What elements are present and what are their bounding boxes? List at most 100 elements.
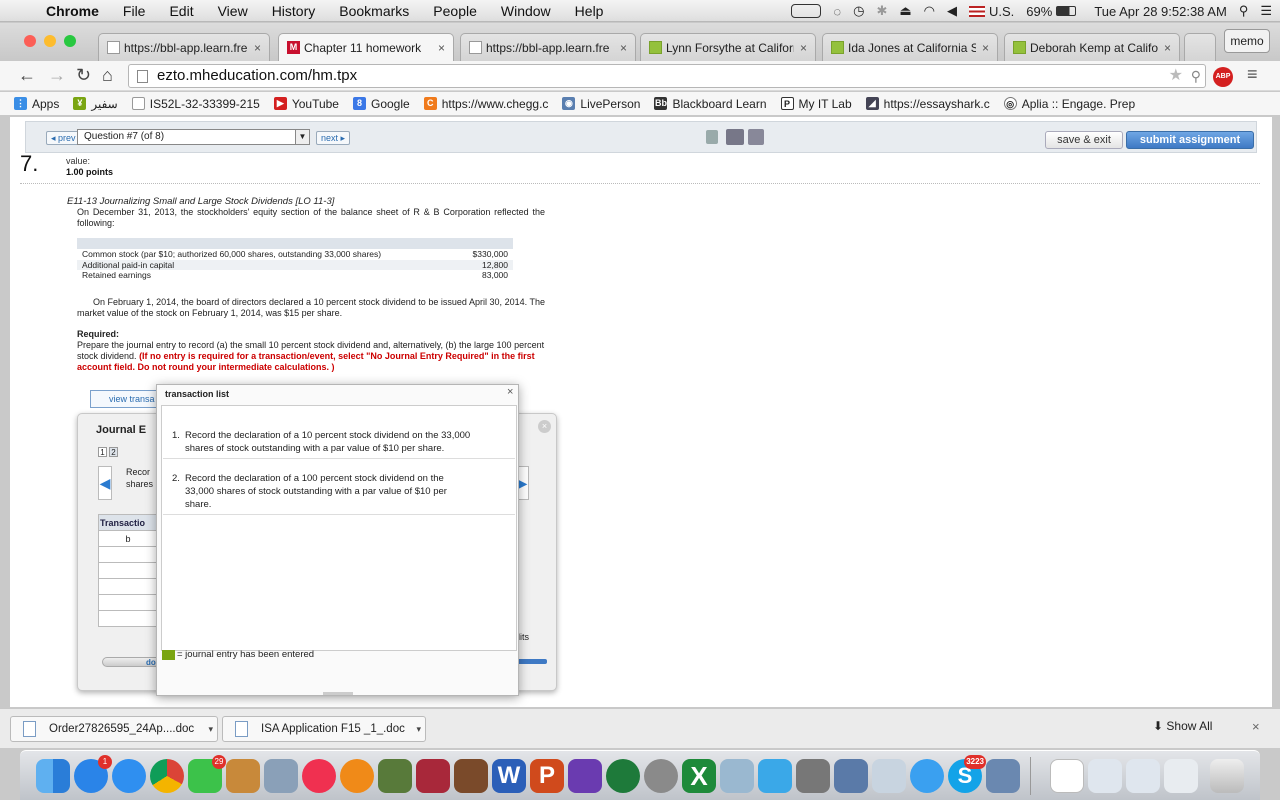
menu-help[interactable]: Help: [563, 3, 616, 19]
finder-icon[interactable]: [36, 759, 70, 793]
download-item[interactable]: ISA Application F15 _1_.doc ▾: [222, 716, 426, 742]
menu-file[interactable]: File: [111, 3, 158, 19]
utility-icon[interactable]: [720, 759, 754, 793]
battery-percent[interactable]: 69%: [1026, 4, 1052, 19]
volume-icon[interactable]: ◀: [947, 3, 957, 19]
forward-arrow-icon[interactable]: →: [48, 65, 66, 86]
bluetooth-icon[interactable]: ✱: [876, 3, 887, 19]
chrome-menu-icon[interactable]: ≡: [1247, 64, 1258, 85]
system-preferences-icon[interactable]: [644, 759, 678, 793]
question-select[interactable]: Question #7 (of 8) ▼: [77, 129, 310, 145]
download-item[interactable]: Order27826595_24Ap....doc ▾: [10, 716, 218, 742]
close-window-icon[interactable]: [24, 35, 36, 47]
bookmark-google[interactable]: 8 Google: [352, 97, 410, 111]
hp-utility-icon[interactable]: [834, 759, 868, 793]
menu-edit[interactable]: Edit: [157, 3, 205, 19]
save-exit-button[interactable]: save & exit: [1045, 131, 1123, 149]
memo-button[interactable]: memo: [1224, 29, 1270, 53]
close-icon[interactable]: ×: [507, 386, 513, 398]
document-icon[interactable]: [1164, 759, 1198, 793]
facetime-icon[interactable]: 29: [188, 755, 226, 793]
clock[interactable]: Tue Apr 28 9:52:38 AM: [1094, 4, 1227, 19]
chevron-down-icon[interactable]: ▾: [208, 717, 213, 741]
messages-icon[interactable]: [910, 759, 944, 793]
bookmark-liveperson[interactable]: ◉ LivePerson: [562, 97, 640, 111]
time-machine-icon[interactable]: ◷: [853, 3, 864, 19]
tab-lynn-forsythe[interactable]: Lynn Forsythe at Califorr ×: [640, 33, 816, 61]
page-1-button[interactable]: 1: [98, 447, 107, 457]
tab-bbl-app-1[interactable]: https://bbl-app.learn.fre ×: [98, 33, 270, 61]
messenger-icon[interactable]: [758, 759, 792, 793]
ibooks-icon[interactable]: [340, 759, 374, 793]
bookmark-chegg[interactable]: Chttps://www.chegg.c: [423, 97, 548, 111]
record-entry-button[interactable]: [515, 659, 547, 664]
document-icon[interactable]: [1088, 759, 1122, 793]
tab-ida-jones[interactable]: Ida Jones at California S ×: [822, 33, 998, 61]
menu-bookmarks[interactable]: Bookmarks: [327, 3, 421, 19]
menu-app-chrome[interactable]: Chrome: [32, 3, 111, 19]
bookmark-aplia[interactable]: ◎ Aplia :: Engage. Prep: [1003, 97, 1135, 111]
show-all-downloads-button[interactable]: ⬇ Show All: [1153, 719, 1212, 733]
garageband-icon[interactable]: [454, 759, 488, 793]
next-button[interactable]: next ▸: [316, 131, 351, 145]
bookmark-my-it-lab[interactable]: P My IT Lab: [780, 97, 852, 111]
reference-icon[interactable]: [706, 130, 718, 144]
address-bar[interactable]: ezto.mheducation.com/hm.tpx ★ ⚲: [128, 64, 1206, 88]
prev-button[interactable]: ◂ prev: [46, 131, 81, 145]
chevron-left-icon[interactable]: ◀: [98, 466, 112, 500]
menu-view[interactable]: View: [206, 3, 260, 19]
tab-close-icon[interactable]: ×: [800, 41, 807, 55]
submit-assignment-button[interactable]: submit assignment: [1126, 131, 1254, 149]
bookmark-safir[interactable]: ¥ سفیر: [73, 97, 118, 111]
document-icon[interactable]: [1050, 759, 1084, 793]
bookmark-youtube[interactable]: ▶ YouTube: [273, 97, 339, 111]
tab-close-icon[interactable]: ×: [254, 41, 261, 55]
back-arrow-icon[interactable]: ←: [18, 65, 36, 86]
spotlight-icon[interactable]: ⚲: [1239, 3, 1249, 19]
eject-icon[interactable]: ⏏: [899, 3, 911, 19]
bookmark-blackboard[interactable]: Bb Blackboard Learn: [654, 97, 767, 111]
view-transaction-list-button[interactable]: view transa: [90, 390, 160, 408]
preview-icon[interactable]: [264, 759, 298, 793]
contacts-icon[interactable]: [226, 759, 260, 793]
page-2-button[interactable]: 2: [109, 447, 118, 457]
close-icon[interactable]: ×: [1252, 719, 1260, 734]
document-icon[interactable]: [1126, 759, 1160, 793]
excel-icon[interactable]: X: [682, 759, 716, 793]
tab-close-icon[interactable]: ×: [982, 41, 989, 55]
scanner-icon[interactable]: [796, 759, 830, 793]
skype-icon[interactable]: S 3223: [948, 755, 986, 793]
imovie-icon[interactable]: [568, 759, 602, 793]
bookmark-essayshark[interactable]: ◢ https://essayshark.c: [865, 97, 990, 111]
list-item[interactable]: 2. Record the declaration of a 100 perce…: [163, 469, 515, 515]
menu-history[interactable]: History: [260, 3, 328, 19]
bookmark-apps[interactable]: ⋮ Apps: [14, 97, 59, 111]
tab-close-icon[interactable]: ×: [438, 41, 445, 55]
tab-deborah-kemp[interactable]: Deborah Kemp at Califor ×: [1004, 33, 1180, 61]
app-icon[interactable]: [986, 759, 1020, 793]
menu-people[interactable]: People: [421, 3, 489, 19]
safari-icon[interactable]: [112, 759, 146, 793]
screen-mirror-icon[interactable]: [791, 4, 822, 18]
tab-bbl-app-2[interactable]: https://bbl-app.learn.fre ×: [460, 33, 636, 61]
trash-icon[interactable]: [1210, 759, 1244, 793]
bookmark-is52l[interactable]: IS52L-32-33399-215: [131, 97, 260, 111]
powerpoint-icon[interactable]: P: [530, 759, 564, 793]
chevron-down-icon[interactable]: ▾: [416, 717, 421, 741]
zoom-window-icon[interactable]: [64, 35, 76, 47]
done-button[interactable]: do: [102, 657, 162, 667]
home-icon[interactable]: ⌂: [102, 65, 113, 86]
photo-booth-icon[interactable]: [416, 759, 450, 793]
zoom-icon[interactable]: ⚲: [1191, 65, 1201, 87]
wifi-icon[interactable]: ◠: [924, 3, 935, 19]
adblock-icon[interactable]: ABP: [1213, 67, 1233, 87]
time-machine-dock-icon[interactable]: [606, 759, 640, 793]
close-icon[interactable]: ×: [538, 420, 551, 433]
bookmark-star-icon[interactable]: ★: [1169, 65, 1183, 87]
print-icon[interactable]: [726, 129, 744, 145]
notification-center-icon[interactable]: ☰: [1260, 3, 1272, 19]
app-icon[interactable]: [872, 759, 906, 793]
menu-window[interactable]: Window: [489, 3, 563, 19]
list-item[interactable]: 1. Record the declaration of a 10 percen…: [163, 426, 515, 459]
tab-chapter-11-homework[interactable]: M Chapter 11 homework ×: [278, 33, 454, 61]
